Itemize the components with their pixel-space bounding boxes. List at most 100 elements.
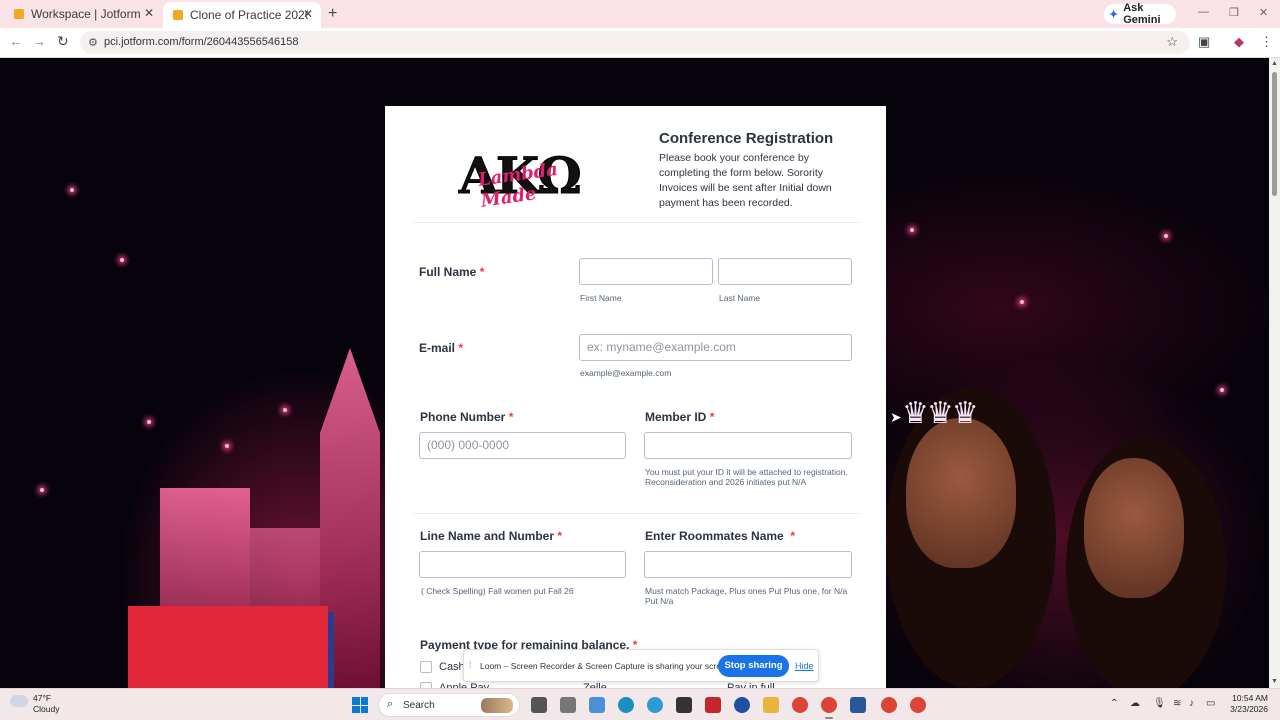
microphone-icon[interactable]: 🎙 [1153,698,1166,709]
speaker-icon[interactable]: ♪ [1189,698,1194,709]
clock[interactable]: 10:54 AM 3/23/2026 [1224,693,1268,715]
sparkle [147,420,151,424]
site-info-icon[interactable]: ⚙ [88,36,98,49]
face-shape [1084,458,1184,598]
page-scrollbar[interactable]: ▲ ▼ [1269,58,1280,688]
reading-mode-icon[interactable]: ▣ [1198,34,1210,50]
sparkle [1164,234,1168,238]
forward-arrow-icon[interactable]: → [32,33,46,49]
minimize-button[interactable]: — [1198,6,1209,18]
scrollbar-thumb[interactable] [1272,72,1277,196]
member-id-label: Member ID * [645,410,715,424]
payment-checkbox-cash[interactable] [420,661,432,673]
word-icon[interactable] [850,697,866,713]
url-field[interactable]: ⚙ pci.jotform.com/form/260443556546158 ☆ [80,31,1190,54]
loom-sharing-banner: ⁞ Loom – Screen Recorder & Screen Captur… [463,649,819,682]
wifi-icon[interactable]: ≋ [1173,698,1181,709]
chevron-up-icon[interactable]: ⌃ [1110,698,1118,709]
edge-icon[interactable] [618,697,634,713]
face-shape [906,418,1016,568]
member-id-input[interactable] [644,432,852,459]
crown-icon: ♛♛♛ [902,397,979,430]
taskbar-search[interactable]: ⌕ Search [378,693,520,717]
hp-icon[interactable] [734,697,750,713]
letter-t-sculpture [128,606,328,688]
full-name-label: Full Name * [419,265,485,279]
phone-input[interactable]: (000) 000-0000 [419,432,626,459]
tab-clone-practice[interactable]: Clone of Practice 2026 Confere ✕ [163,2,321,28]
email-input[interactable]: ex: myname@example.com [579,334,852,361]
roommates-sublabel: Must match Package, Plus ones Put Plus o… [645,586,848,606]
reload-icon[interactable]: ↻ [57,33,69,50]
ask-gemini-button[interactable]: ✦ Ask Gemini [1104,2,1176,26]
taskbar: 47°F Cloudy ⌕ Search ⌃ ☁ 🎙 ≋ ♪ ▭ 10:54 A… [0,688,1280,720]
line-name-input[interactable] [419,551,626,578]
first-name-input[interactable] [579,258,713,285]
tab-title: Workspace | Jotform [31,7,141,21]
email-label: E-mail * [419,341,464,355]
roommates-label: Enter Roommates Name * [645,529,796,543]
jotform-icon [173,10,183,20]
drag-handle-icon[interactable]: ⁞ [469,660,472,670]
chrome-icon[interactable] [881,697,897,713]
copilot-icon[interactable] [589,697,605,713]
temperature: 47°F [33,693,52,703]
chrome-icon[interactable] [792,697,808,713]
close-tab-icon[interactable]: ✕ [144,6,154,20]
file-explorer-icon[interactable] [763,697,779,713]
mouse-cursor-icon: ➤ [890,409,902,425]
bookmark-star-icon[interactable]: ☆ [1166,34,1178,50]
app-icon[interactable] [647,697,663,713]
battery-icon[interactable]: ▭ [1206,698,1215,709]
chrome-icon[interactable] [821,697,837,713]
stop-sharing-button[interactable]: Stop sharing [718,655,789,677]
mcafee-icon[interactable] [705,697,721,713]
close-window-button[interactable]: ✕ [1259,6,1268,19]
sparkle [910,228,914,232]
sparkle [225,444,229,448]
menu-dots-icon[interactable]: ⋮ [1260,34,1273,50]
search-icon: ⌕ [387,698,394,710]
active-app-indicator [825,717,833,719]
sorority-logo: ΑΚΩ Lambda Made [459,146,621,212]
tab-workspace-jotform[interactable]: Workspace | Jotform ✕ [0,0,162,28]
app-icon[interactable] [560,697,576,713]
task-view-icon[interactable] [531,697,547,713]
scroll-up-arrow-icon[interactable]: ▲ [1271,60,1278,67]
form-title: Conference Registration [659,130,834,147]
chrome-icon[interactable] [910,697,926,713]
date: 3/23/2026 [1230,704,1268,714]
last-name-input[interactable] [718,258,852,285]
close-tab-icon[interactable]: ✕ [303,7,313,21]
search-highlight-image [481,698,513,713]
onedrive-icon[interactable]: ☁ [1130,698,1140,709]
new-tab-button[interactable]: + [328,5,337,23]
time: 10:54 AM [1232,693,1268,703]
loom-message: Loom – Screen Recorder & Screen Capture … [480,661,733,671]
member-id-sublabel: You must put your ID it will be attached… [645,467,848,487]
form-description: Please book your conference by completin… [659,152,832,209]
windows-start-icon[interactable] [352,697,368,713]
phone-label: Phone Number * [420,410,514,424]
back-arrow-icon[interactable]: ← [9,33,23,49]
women-illustration: ♛♛♛ [886,348,1269,688]
tab-strip: Workspace | Jotform ✕ Clone of Practice … [0,0,1280,28]
restore-button[interactable]: ❐ [1229,6,1239,19]
jotform-icon [14,9,24,19]
email-sublabel: example@example.com [580,368,672,378]
ask-gemini-label: Ask Gemini [1123,2,1161,26]
header-divider [413,222,861,223]
sparkle [283,408,287,412]
cloud-icon [10,695,28,707]
store-icon[interactable] [676,697,692,713]
first-name-sublabel: First Name [580,293,622,303]
section-divider [413,513,861,514]
extension-icon[interactable]: ◆ [1234,34,1244,50]
sparkle [1020,300,1024,304]
scroll-down-arrow-icon[interactable]: ▼ [1271,678,1278,685]
hide-link[interactable]: Hide [795,661,814,671]
sparkle [70,188,74,192]
roommates-input[interactable] [644,551,852,578]
address-bar-row: ← → ↻ ⚙ pci.jotform.com/form/26044355654… [0,28,1280,58]
line-name-sublabel: ( Check Spelling) Fall women put Fall 26 [421,586,574,596]
